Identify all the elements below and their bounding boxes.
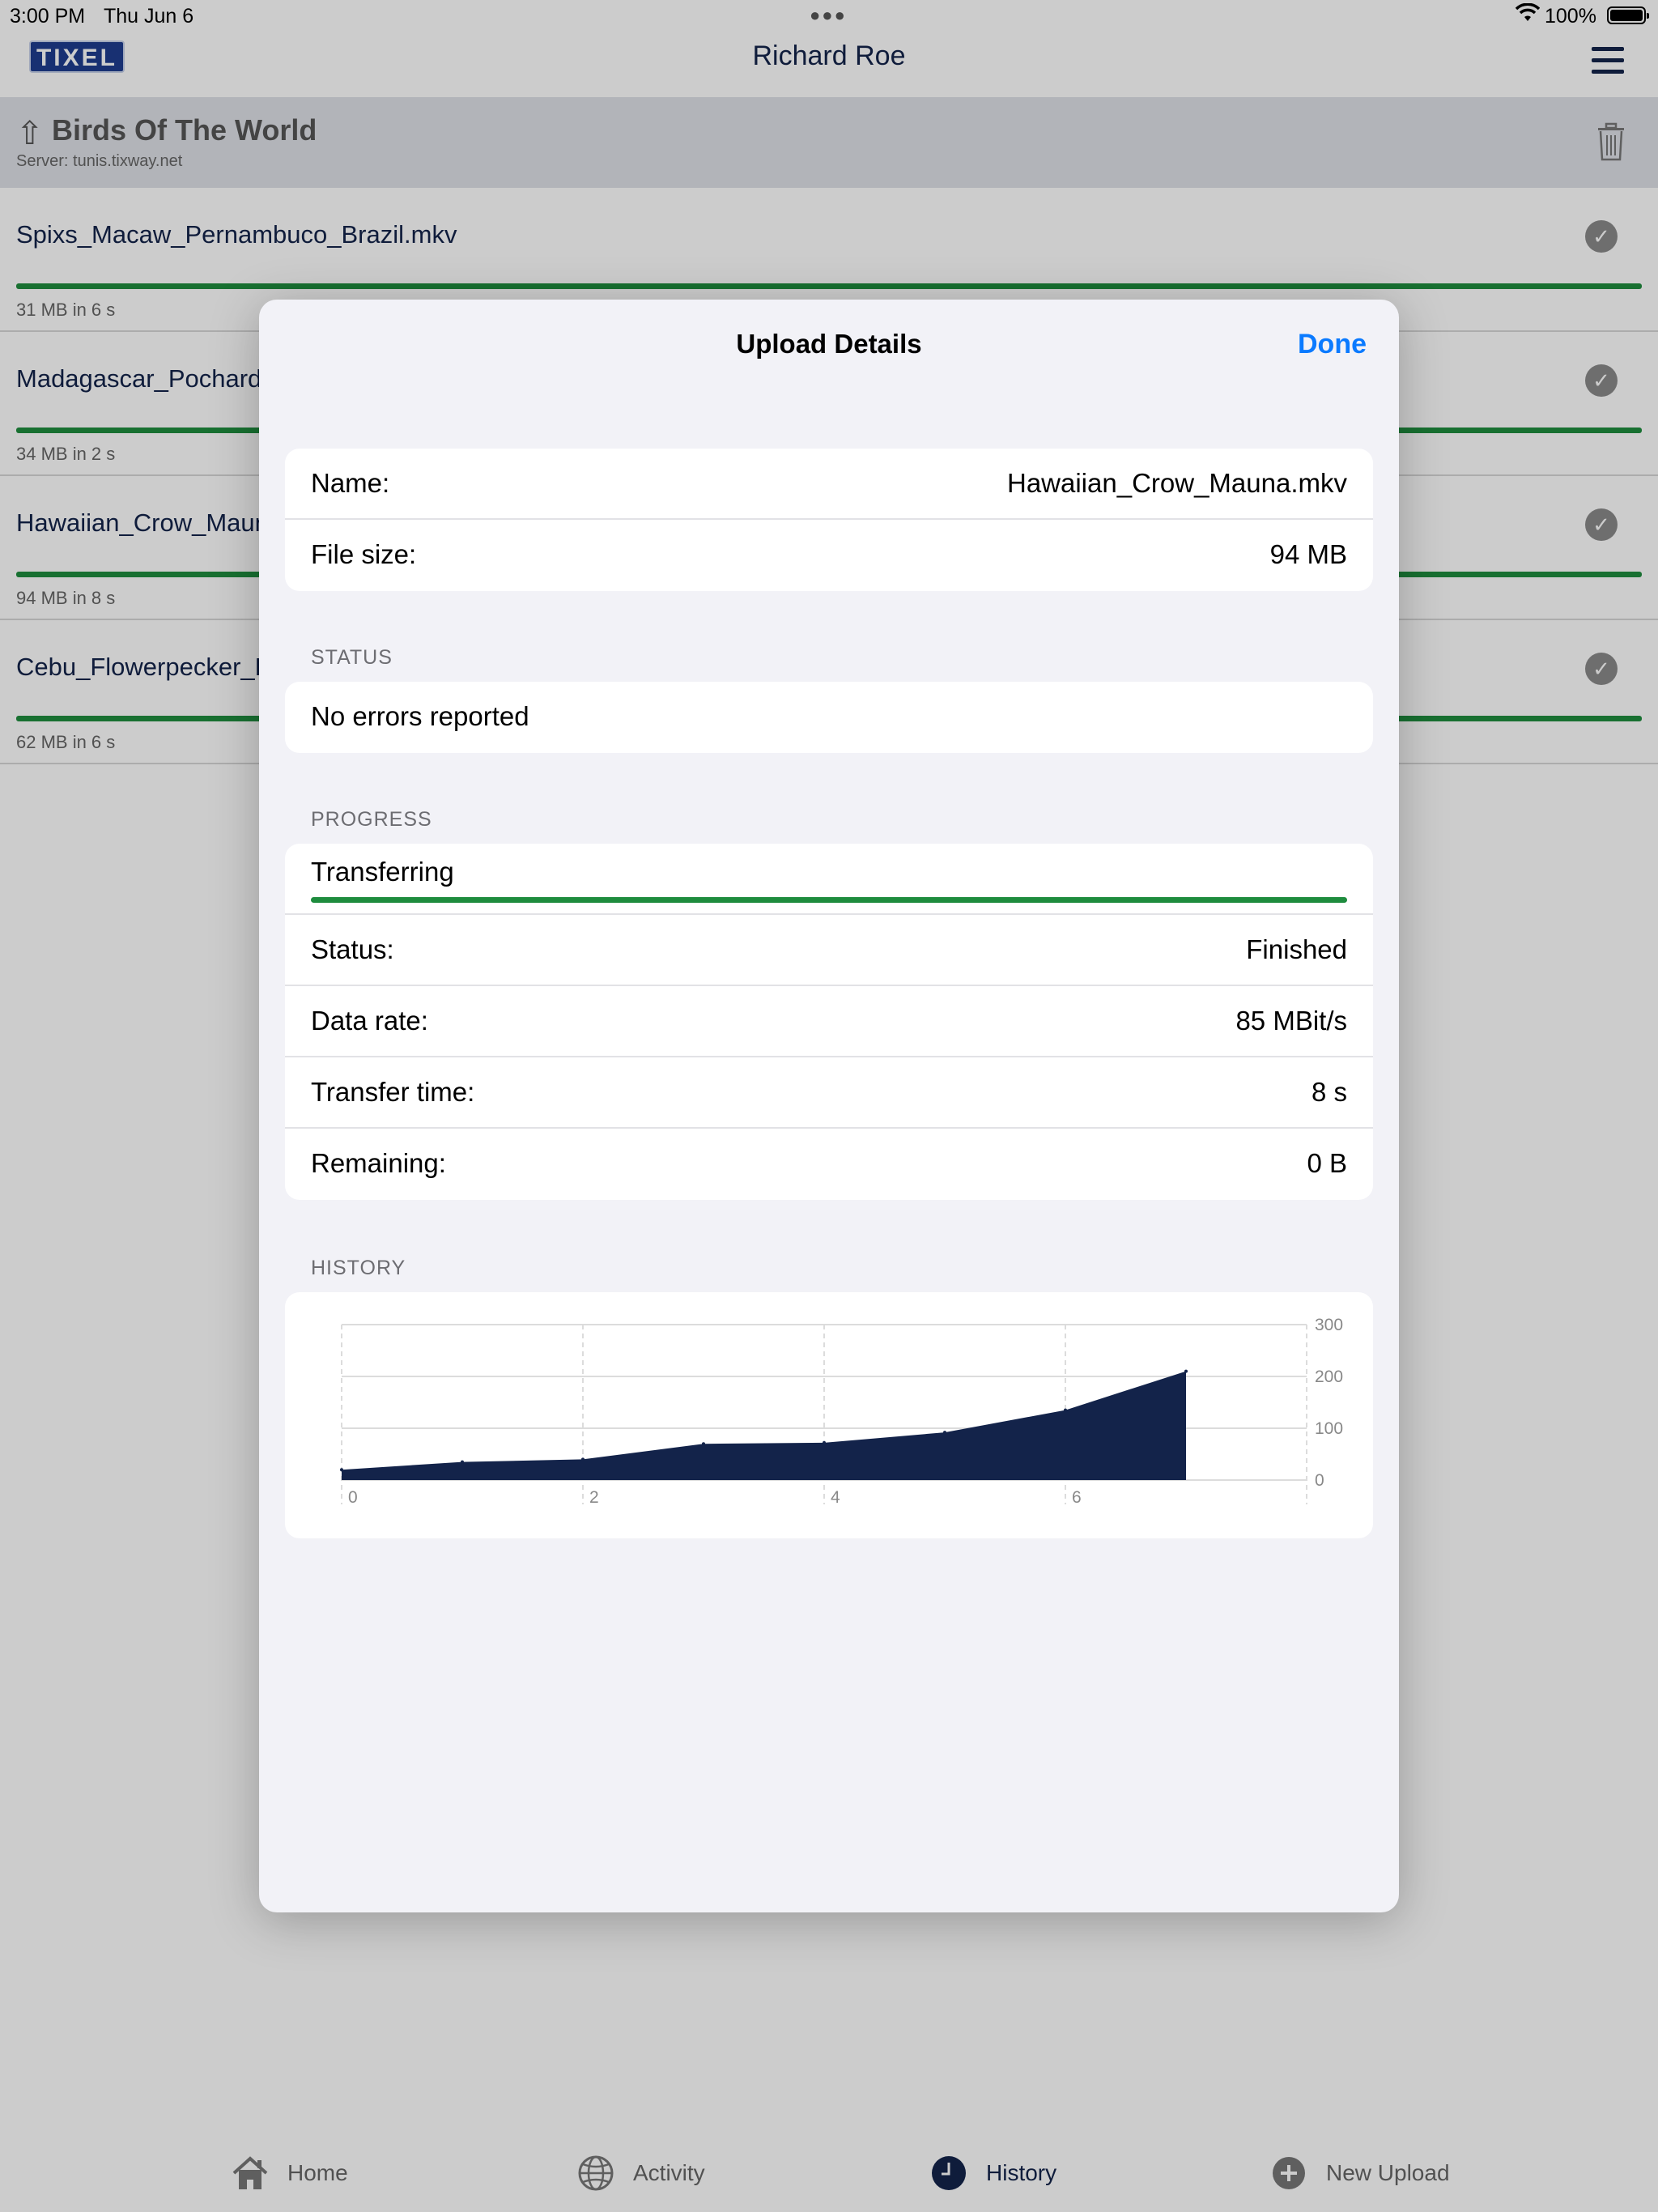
y-tick-label: 0 — [1315, 1471, 1324, 1490]
done-button[interactable]: Done — [1298, 329, 1367, 360]
history-chart-card: 0 100 200 300 0 2 4 6 — [285, 1292, 1373, 1538]
file-details-group: Name: Hawaiian_Crow_Mauna.mkv File size:… — [285, 449, 1373, 591]
upload-details-sheet: Upload Details Done Name: Hawaiian_Crow_… — [259, 300, 1399, 1912]
file-size-label: File size: — [311, 539, 417, 569]
transfer-progress-track — [311, 897, 1347, 903]
name-value: Hawaiian_Crow_Mauna.mkv — [1006, 468, 1347, 498]
history-data-point — [943, 1431, 946, 1435]
status-group: No errors reported — [285, 682, 1373, 753]
history-data-point — [461, 1460, 464, 1464]
x-tick-label: 2 — [589, 1488, 599, 1507]
progress-section-label: PROGRESS — [311, 808, 432, 831]
x-tick-label: 4 — [831, 1488, 840, 1507]
remaining-label: Remaining: — [311, 1148, 446, 1178]
history-area-series — [342, 1371, 1186, 1480]
x-tick-label: 6 — [1072, 1488, 1082, 1507]
progress-group: Transferring Status: Finished Data rate:… — [285, 844, 1373, 1200]
name-label: Name: — [311, 468, 390, 498]
history-chart: 0 100 200 300 0 2 4 6 — [340, 1316, 1343, 1507]
history-section-label: HISTORY — [311, 1257, 406, 1279]
transfer-phase: Transferring — [311, 857, 454, 887]
status-message: No errors reported — [311, 701, 529, 731]
file-size-row: File size: 94 MB — [285, 520, 1373, 591]
status-value: Finished — [1246, 934, 1347, 964]
history-data-point — [823, 1440, 826, 1444]
y-tick-label: 300 — [1315, 1316, 1343, 1334]
remaining-row: Remaining: 0 B — [285, 1129, 1373, 1200]
file-size-value: 94 MB — [1269, 539, 1347, 569]
data-rate-label: Data rate: — [311, 1006, 428, 1036]
history-data-point — [340, 1468, 343, 1472]
history-data-point — [1064, 1408, 1067, 1412]
transfer-time-value: 8 s — [1311, 1077, 1347, 1107]
history-data-point — [702, 1442, 705, 1446]
data-rate-row: Data rate: 85 MBit/s — [285, 986, 1373, 1057]
data-rate-value: 85 MBit/s — [1235, 1006, 1347, 1036]
x-tick-label: 0 — [348, 1488, 358, 1507]
y-tick-label: 200 — [1315, 1368, 1343, 1386]
history-data-point — [581, 1457, 585, 1461]
status-section-label: STATUS — [311, 646, 393, 669]
status-message-row: No errors reported — [285, 682, 1373, 753]
y-tick-label: 100 — [1315, 1419, 1343, 1438]
history-data-point — [1184, 1369, 1188, 1373]
transfer-time-label: Transfer time: — [311, 1077, 475, 1107]
remaining-value: 0 B — [1307, 1148, 1347, 1178]
sheet-title: Upload Details — [736, 329, 922, 359]
transfer-time-row: Transfer time: 8 s — [285, 1057, 1373, 1129]
status-label: Status: — [311, 934, 394, 964]
transfer-progress-row: Transferring — [285, 844, 1373, 915]
status-row: Status: Finished — [285, 915, 1373, 986]
transfer-progress-fill — [311, 897, 1347, 903]
name-row: Name: Hawaiian_Crow_Mauna.mkv — [285, 449, 1373, 520]
